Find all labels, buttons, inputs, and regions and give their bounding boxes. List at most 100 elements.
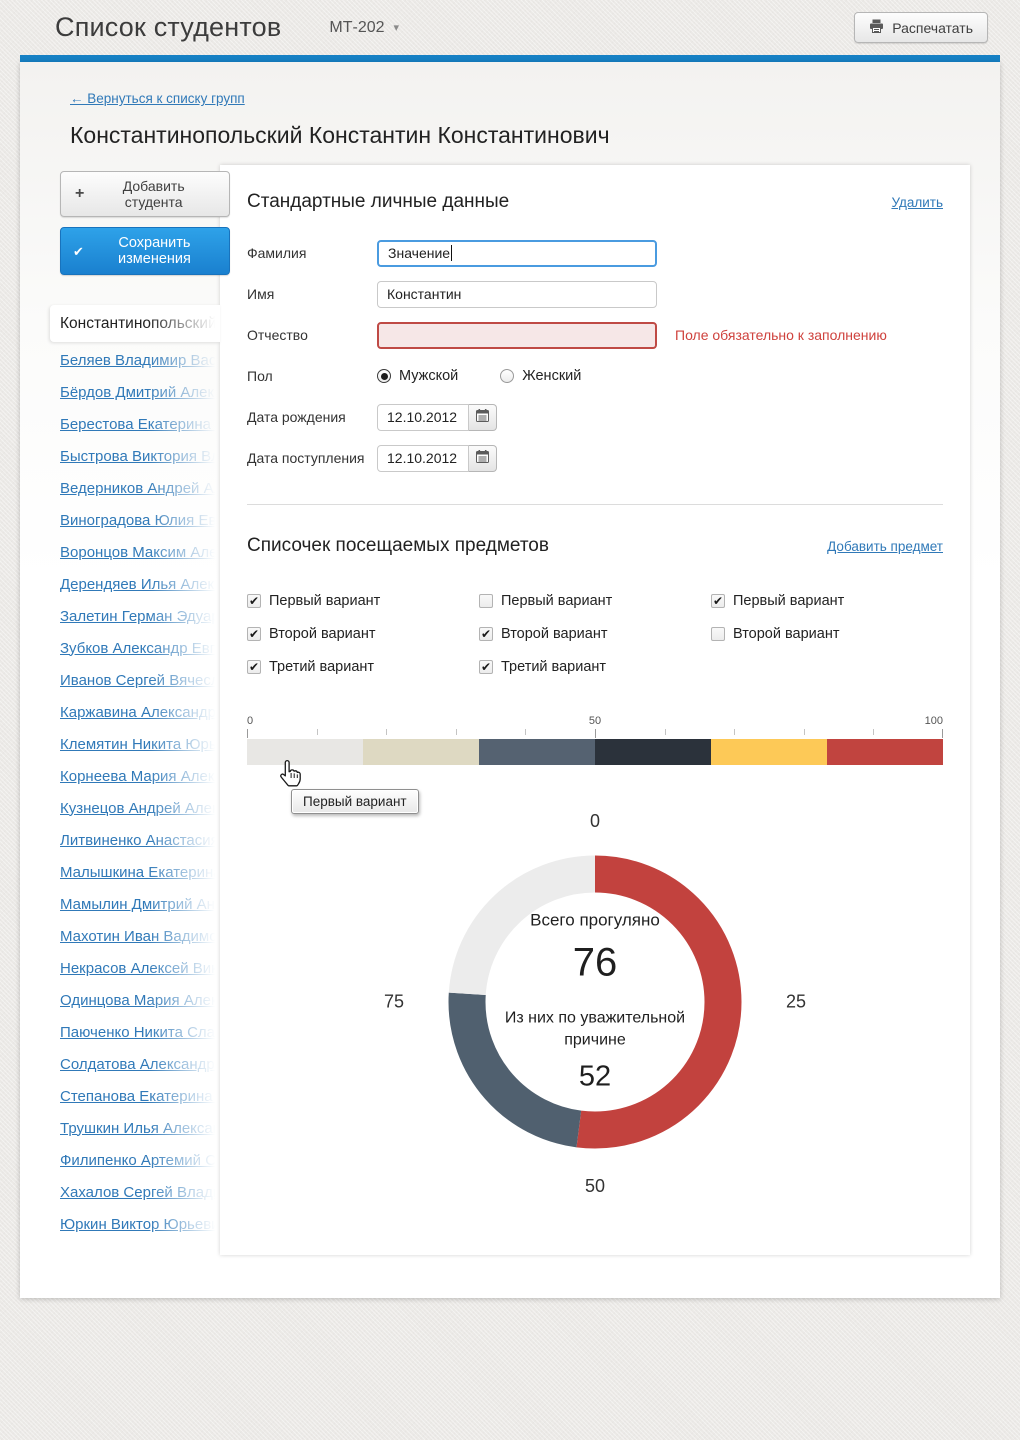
enrolldate-input[interactable]: [377, 445, 469, 472]
student-link[interactable]: Некрасов Алексей Викт: [60, 960, 220, 977]
subject-checkbox-cell[interactable]: ✔Второй вариант: [247, 626, 479, 642]
student-link[interactable]: Клемятин Никита Юрье: [60, 736, 220, 753]
enrolldate-calendar-button[interactable]: [469, 445, 497, 472]
student-list-item[interactable]: Солдатова Александра: [60, 1048, 220, 1080]
student-list-item[interactable]: Ведерников Андрей Ал: [60, 472, 220, 504]
back-to-groups-link[interactable]: ← Вернуться к списку групп: [70, 91, 245, 106]
bar-segment[interactable]: [247, 739, 363, 765]
checkbox-icon[interactable]: [479, 594, 493, 608]
student-list-item[interactable]: Хахалов Сергей Влади: [60, 1176, 220, 1208]
student-link[interactable]: Берестова Екатерина В: [60, 416, 220, 433]
student-link[interactable]: Зубков Александр Евге: [60, 640, 220, 657]
student-list-item[interactable]: Одинцова Мария Алекс: [60, 984, 220, 1016]
subject-checkbox-cell[interactable]: ✔Первый вариант: [711, 593, 943, 609]
subject-checkbox-cell[interactable]: Второй вариант: [711, 626, 943, 642]
birthdate-calendar-button[interactable]: [469, 404, 497, 431]
firstname-input[interactable]: [377, 281, 657, 308]
subject-checkbox-cell[interactable]: ✔Первый вариант: [247, 593, 479, 609]
student-list-item[interactable]: Мамылин Дмитрий Анд: [60, 888, 220, 920]
student-link[interactable]: Дерендяев Илья Алекса: [60, 576, 220, 593]
student-link[interactable]: Одинцова Мария Алекс: [60, 992, 220, 1009]
lastname-input[interactable]: Значение: [377, 240, 657, 267]
add-student-button[interactable]: + Добавить студента: [60, 171, 230, 217]
student-link[interactable]: Степанова Екатерина Н: [60, 1088, 220, 1105]
student-list-item[interactable]: Беляев Владимир Васил: [60, 344, 220, 376]
student-list-item[interactable]: Кузнецов Андрей Алек: [60, 792, 220, 824]
student-list-item[interactable]: Иванов Сергей Вячесла: [60, 664, 220, 696]
student-list-item[interactable]: Берестова Екатерина В: [60, 408, 220, 440]
gender-radio-checked[interactable]: Мужской: [377, 368, 458, 384]
student-link[interactable]: Константинопольский К: [60, 315, 220, 333]
bar-segment[interactable]: [711, 739, 827, 765]
subject-checkbox-cell[interactable]: ✔Второй вариант: [479, 626, 711, 642]
subject-checkbox-cell[interactable]: ✔Третий вариант: [479, 659, 711, 675]
student-list-item[interactable]: Виноградова Юлия Евге: [60, 504, 220, 536]
bar-segment[interactable]: [595, 739, 711, 765]
student-link[interactable]: Трушкин Илья Алексан: [60, 1120, 220, 1137]
student-link[interactable]: Иванов Сергей Вячесла: [60, 672, 220, 689]
bar-segment[interactable]: [479, 739, 595, 765]
student-list-item[interactable]: Некрасов Алексей Викт: [60, 952, 220, 984]
middlename-input[interactable]: [377, 322, 657, 349]
student-link[interactable]: Мамылин Дмитрий Анд: [60, 896, 220, 913]
student-link[interactable]: Филипенко Артемий Се: [60, 1152, 220, 1169]
student-link[interactable]: Виноградова Юлия Евге: [60, 512, 220, 529]
personal-data-form: Фамилия Значение Имя Отчество Поле обяза…: [247, 239, 943, 472]
student-list-item[interactable]: Филипенко Артемий Се: [60, 1144, 220, 1176]
student-link[interactable]: Хахалов Сергей Влади: [60, 1184, 220, 1201]
radio-icon[interactable]: [377, 369, 391, 383]
student-list-item[interactable]: Зубков Александр Евге: [60, 632, 220, 664]
bar-segment[interactable]: [827, 739, 943, 765]
student-link[interactable]: Каржавина Александра: [60, 704, 220, 721]
student-list-item[interactable]: Дерендяев Илья Алекса: [60, 568, 220, 600]
student-link[interactable]: Махотин Иван Вадимов: [60, 928, 220, 945]
student-list-item[interactable]: Каржавина Александра: [60, 696, 220, 728]
student-link[interactable]: Малышкина Екатерина: [60, 864, 220, 881]
gender-radio-unchecked[interactable]: Женский: [500, 368, 581, 384]
student-link[interactable]: Быстрова Виктория Вла: [60, 448, 220, 465]
save-changes-button[interactable]: ✔ Сохранить изменения: [60, 227, 230, 275]
student-link[interactable]: Беляев Владимир Васил: [60, 352, 220, 369]
checkbox-icon[interactable]: ✔: [247, 594, 261, 608]
student-link[interactable]: Корнеева Мария Алексе: [60, 768, 220, 785]
student-list-item[interactable]: Паюченко Никита Слав: [60, 1016, 220, 1048]
print-button[interactable]: Распечатать: [854, 12, 988, 43]
bar-segment[interactable]: [363, 739, 479, 765]
student-list-item[interactable]: Бёрдов Дмитрий Алекса: [60, 376, 220, 408]
student-link[interactable]: Юркин Виктор Юрьевич: [60, 1216, 220, 1233]
subject-checkbox-cell[interactable]: ✔Третий вариант: [247, 659, 479, 675]
student-link[interactable]: Ведерников Андрей Ал: [60, 480, 220, 497]
student-link[interactable]: Бёрдов Дмитрий Алекса: [60, 384, 220, 401]
student-link[interactable]: Литвиненко Анастасия: [60, 832, 220, 849]
delete-student-link[interactable]: Удалить: [891, 195, 943, 210]
student-link[interactable]: Паюченко Никита Слав: [60, 1024, 220, 1041]
checkbox-icon[interactable]: ✔: [479, 660, 493, 674]
checkbox-icon[interactable]: [711, 627, 725, 641]
student-list-item[interactable]: Залетин Герман Эдуард: [60, 600, 220, 632]
birthdate-input[interactable]: [377, 404, 469, 431]
checkbox-icon[interactable]: ✔: [247, 660, 261, 674]
student-link[interactable]: Солдатова Александра: [60, 1056, 220, 1073]
student-list-item[interactable]: Степанова Екатерина Н: [60, 1080, 220, 1112]
student-link[interactable]: Залетин Герман Эдуард: [60, 608, 220, 625]
checkbox-icon[interactable]: ✔: [479, 627, 493, 641]
subject-checkbox-cell[interactable]: Первый вариант: [479, 593, 711, 609]
radio-icon[interactable]: [500, 369, 514, 383]
student-link[interactable]: Кузнецов Андрей Алек: [60, 800, 220, 817]
student-list-item[interactable]: Махотин Иван Вадимов: [60, 920, 220, 952]
checkbox-icon[interactable]: ✔: [247, 627, 261, 641]
checkbox-icon[interactable]: ✔: [711, 594, 725, 608]
student-list-item[interactable]: Литвиненко Анастасия: [60, 824, 220, 856]
student-list-item[interactable]: Корнеева Мария Алексе: [60, 760, 220, 792]
bar-axis-tick: [386, 729, 387, 735]
student-list-item[interactable]: Трушкин Илья Алексан: [60, 1112, 220, 1144]
student-list-item[interactable]: Клемятин Никита Юрье: [60, 728, 220, 760]
student-link[interactable]: Воронцов Максим Алек: [60, 544, 220, 561]
add-subject-link[interactable]: Добавить предмет: [827, 539, 943, 554]
student-list-item[interactable]: Малышкина Екатерина: [60, 856, 220, 888]
student-list-item[interactable]: Быстрова Виктория Вла: [60, 440, 220, 472]
student-list-item[interactable]: Юркин Виктор Юрьевич: [60, 1208, 220, 1240]
student-list-item-active[interactable]: Константинопольский К: [50, 305, 220, 342]
group-selector[interactable]: МТ-202 ▾: [329, 19, 399, 37]
student-list-item[interactable]: Воронцов Максим Алек: [60, 536, 220, 568]
